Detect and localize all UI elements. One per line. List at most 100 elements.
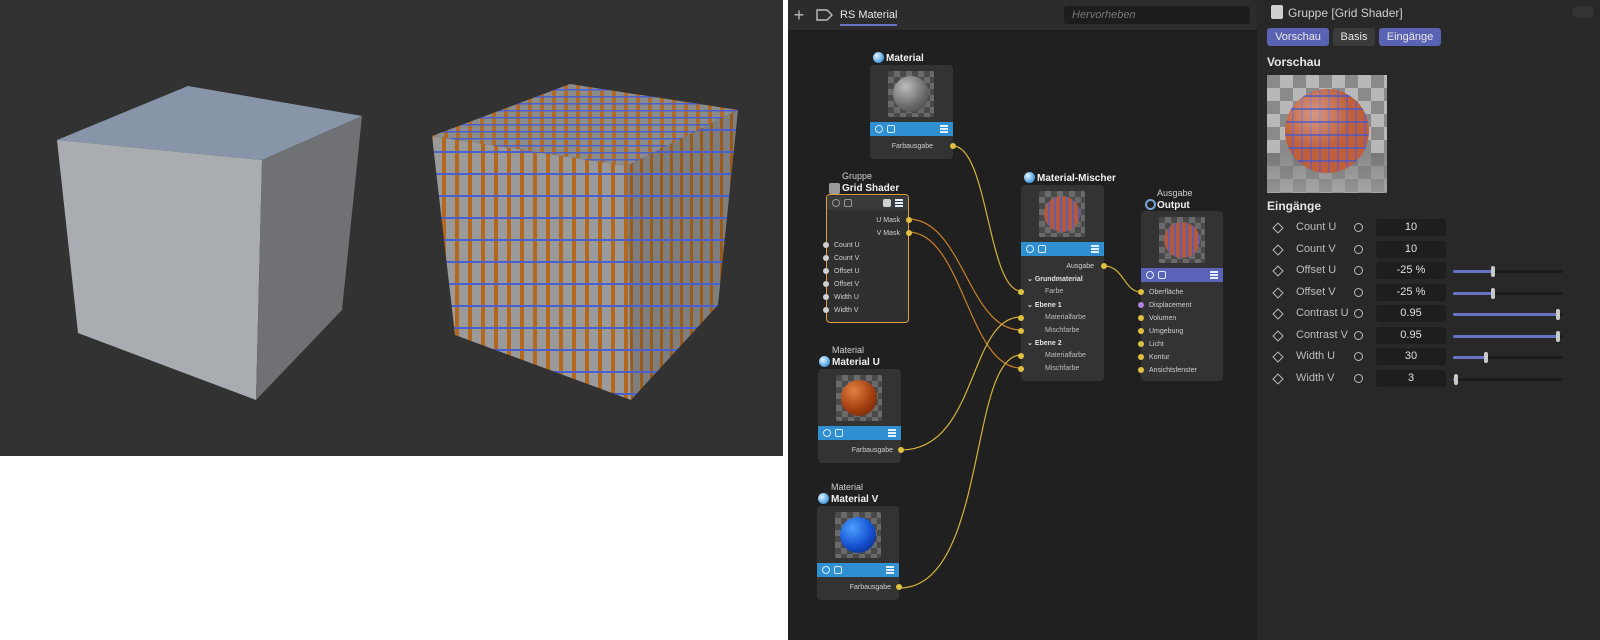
preview-image xyxy=(1267,75,1387,193)
menu-icon[interactable] xyxy=(886,566,894,574)
port-label: Width U xyxy=(834,294,859,301)
keyframe-diamond-icon[interactable] xyxy=(1272,330,1284,342)
plain-cube[interactable] xyxy=(57,86,362,400)
input-port[interactable] xyxy=(1138,341,1144,347)
param-value-field[interactable]: 0.95 xyxy=(1376,305,1446,322)
keyframe-diamond-icon[interactable] xyxy=(1272,351,1284,363)
keyframe-diamond-icon[interactable] xyxy=(1272,265,1284,277)
output-port[interactable] xyxy=(898,447,904,453)
input-port[interactable] xyxy=(823,294,829,300)
output-port[interactable] xyxy=(950,143,956,149)
keyframe-diamond-icon[interactable] xyxy=(1272,308,1284,320)
input-port[interactable] xyxy=(823,307,829,313)
settings-icon[interactable] xyxy=(822,566,830,574)
slider-handle[interactable] xyxy=(1555,309,1560,320)
animate-circle-icon[interactable] xyxy=(1354,288,1363,297)
animate-circle-icon[interactable] xyxy=(1354,266,1363,275)
keyframe-diamond-icon[interactable] xyxy=(1272,244,1284,256)
keyframe-diamond-icon[interactable] xyxy=(1272,287,1284,299)
animate-circle-icon[interactable] xyxy=(1354,223,1363,232)
input-port[interactable] xyxy=(1138,354,1144,360)
node-editor-window: + RS Material Hervorheben Material Farba… xyxy=(788,0,1600,640)
input-port[interactable] xyxy=(823,242,829,248)
group-ebene-1[interactable]: ⌄ Ebene 1 xyxy=(1027,301,1062,309)
menu-icon[interactable] xyxy=(1210,271,1218,279)
slider-handle[interactable] xyxy=(1490,266,1495,277)
animate-circle-icon[interactable] xyxy=(1354,245,1363,254)
animate-circle-icon[interactable] xyxy=(1354,352,1363,361)
slider-handle[interactable] xyxy=(1484,352,1488,363)
image-icon[interactable] xyxy=(834,566,842,574)
settings-icon[interactable] xyxy=(832,199,840,207)
param-value-field[interactable]: -25 % xyxy=(1376,262,1446,279)
port-label: Umgebung xyxy=(1149,328,1184,335)
port-label: Materialfarbe xyxy=(1045,314,1086,321)
tab-basis[interactable]: Basis xyxy=(1333,28,1375,46)
grid-textured-cube[interactable] xyxy=(432,84,738,400)
input-port[interactable] xyxy=(1138,302,1144,308)
panel-toggle[interactable] xyxy=(1572,6,1594,18)
input-port[interactable] xyxy=(1138,328,1144,334)
param-slider[interactable] xyxy=(1453,288,1563,299)
node-editor[interactable]: + RS Material Hervorheben Material Farba… xyxy=(788,0,1257,640)
image-icon[interactable] xyxy=(1158,271,1166,279)
input-port[interactable] xyxy=(1018,315,1024,321)
menu-icon[interactable] xyxy=(1091,245,1099,253)
settings-icon[interactable] xyxy=(1146,271,1154,279)
image-icon[interactable] xyxy=(835,429,843,437)
param-slider[interactable] xyxy=(1453,266,1563,277)
3d-viewport[interactable] xyxy=(0,0,783,456)
param-value-field[interactable]: -25 % xyxy=(1376,284,1446,301)
menu-icon[interactable] xyxy=(888,429,896,437)
input-port[interactable] xyxy=(1138,315,1144,321)
keyframe-diamond-icon[interactable] xyxy=(1272,222,1284,234)
param-slider[interactable] xyxy=(1453,309,1563,320)
node-title: Material U xyxy=(832,357,880,368)
slider-handle[interactable] xyxy=(1490,288,1495,299)
keyframe-diamond-icon[interactable] xyxy=(1272,373,1284,385)
animate-circle-icon[interactable] xyxy=(1354,374,1363,383)
param-value-field[interactable]: 3 xyxy=(1376,370,1446,387)
image-icon[interactable] xyxy=(1038,245,1046,253)
settings-icon[interactable] xyxy=(875,125,883,133)
input-port[interactable] xyxy=(1018,366,1024,372)
port-label: Farbausgabe xyxy=(891,143,933,150)
slider-handle[interactable] xyxy=(1454,374,1459,385)
param-slider[interactable] xyxy=(1453,352,1563,363)
output-port[interactable] xyxy=(896,584,902,590)
param-value-field[interactable]: 0.95 xyxy=(1376,327,1446,344)
slider-handle[interactable] xyxy=(1555,331,1560,342)
input-port[interactable] xyxy=(823,255,829,261)
param-value-field[interactable]: 10 xyxy=(1376,241,1446,258)
settings-icon[interactable] xyxy=(823,429,831,437)
menu-icon[interactable] xyxy=(940,125,948,133)
param-label: Contrast U xyxy=(1296,307,1349,319)
image-icon[interactable] xyxy=(844,199,852,207)
animate-circle-icon[interactable] xyxy=(1354,309,1363,318)
param-slider[interactable] xyxy=(1453,331,1563,342)
settings-icon[interactable] xyxy=(1026,245,1034,253)
group-grundmaterial[interactable]: ⌄ Grundmaterial xyxy=(1027,275,1083,283)
output-thumbnail xyxy=(1159,217,1205,263)
param-value-field[interactable]: 10 xyxy=(1376,219,1446,236)
input-port[interactable] xyxy=(1138,289,1144,295)
input-port[interactable] xyxy=(1018,353,1024,359)
tab-vorschau[interactable]: Vorschau xyxy=(1267,28,1329,46)
output-port[interactable] xyxy=(1101,263,1107,269)
input-port[interactable] xyxy=(1018,328,1024,334)
output-port[interactable] xyxy=(906,217,912,223)
input-port[interactable] xyxy=(823,281,829,287)
param-slider[interactable] xyxy=(1453,374,1563,385)
param-value-field[interactable]: 30 xyxy=(1376,348,1446,365)
group-ebene-2[interactable]: ⌄ Ebene 2 xyxy=(1027,339,1062,347)
input-port[interactable] xyxy=(1138,367,1144,373)
image-icon[interactable] xyxy=(887,125,895,133)
material-node-icon xyxy=(818,493,829,504)
tab-eingaenge[interactable]: Eingänge xyxy=(1379,28,1441,46)
input-port[interactable] xyxy=(823,268,829,274)
animate-circle-icon[interactable] xyxy=(1354,331,1363,340)
menu-icon[interactable] xyxy=(895,199,903,207)
output-port[interactable] xyxy=(906,230,912,236)
input-port[interactable] xyxy=(1018,289,1024,295)
folder-icon[interactable] xyxy=(883,199,891,207)
